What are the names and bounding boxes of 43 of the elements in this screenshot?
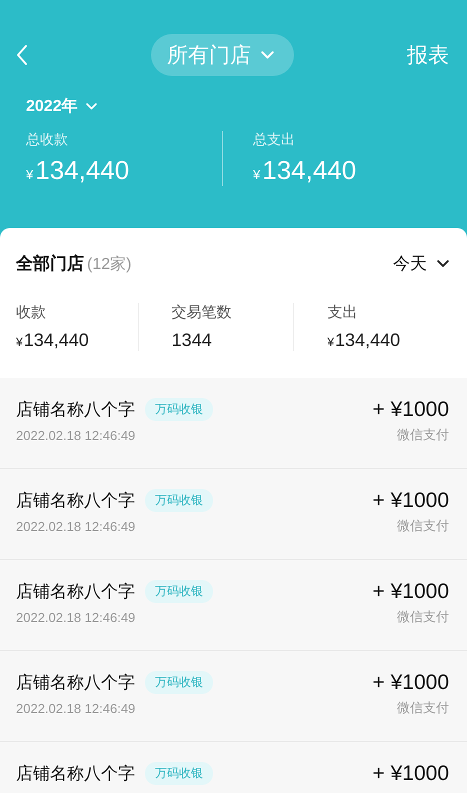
store-name: 店铺名称八个字	[16, 763, 135, 785]
total-amount: ¥134,440	[253, 155, 358, 186]
transaction-amount: + ¥1000	[372, 580, 449, 604]
total-label: 总收款	[26, 131, 69, 149]
payment-method: 微信支付	[397, 426, 449, 444]
caret-icon	[86, 103, 97, 110]
stat-value: ¥134,440	[16, 330, 90, 351]
report-button[interactable]: 报表	[407, 41, 449, 69]
stat-label: 交易笔数	[172, 303, 233, 322]
channel-tag: 万码收银	[145, 398, 213, 421]
store-name: 店铺名称八个字	[16, 672, 135, 694]
store-count: (12家)	[87, 256, 132, 273]
payment-method: 微信支付	[397, 517, 449, 535]
channel-tag: 万码收银	[145, 489, 213, 512]
store-selector[interactable]: 所有门店	[151, 34, 294, 76]
transaction-time: 2022.02.18 12:46:49	[16, 701, 136, 716]
stat-value: 1344	[172, 330, 213, 351]
channel-tag: 万码收银	[145, 762, 213, 785]
payment-method: 微信支付	[397, 699, 449, 717]
channel-tag: 万码收银	[145, 671, 213, 694]
store-name: 店铺名称八个字	[16, 490, 135, 512]
stat-label: 收款	[16, 303, 47, 322]
section-title: 全部门店	[16, 254, 84, 273]
channel-tag: 万码收银	[145, 580, 213, 603]
transaction-amount: + ¥1000	[372, 671, 449, 695]
year-selector[interactable]: 2022年	[16, 96, 97, 117]
total-amount: ¥134,440	[26, 155, 130, 186]
transaction-time: 2022.02.18 12:46:49	[16, 610, 136, 625]
caret-icon	[437, 260, 449, 268]
store-name: 店铺名称八个字	[16, 399, 135, 421]
back-icon	[16, 44, 28, 66]
transaction-amount: + ¥1000	[372, 398, 449, 422]
stat-value: ¥134,440	[327, 330, 402, 351]
transaction-amount: + ¥1000	[372, 762, 449, 786]
total-label: 总支出	[253, 131, 296, 149]
transaction-amount: + ¥1000	[372, 489, 449, 513]
payment-method: 微信支付	[397, 608, 449, 626]
stat-label: 支出	[327, 303, 358, 322]
transaction-time: 2022.02.18 12:46:49	[16, 519, 136, 534]
caret-icon	[261, 51, 274, 59]
transaction-time: 2022.02.18 12:46:49	[16, 428, 136, 443]
period-selector[interactable]: 今天	[393, 252, 449, 275]
store-name: 店铺名称八个字	[16, 581, 135, 603]
